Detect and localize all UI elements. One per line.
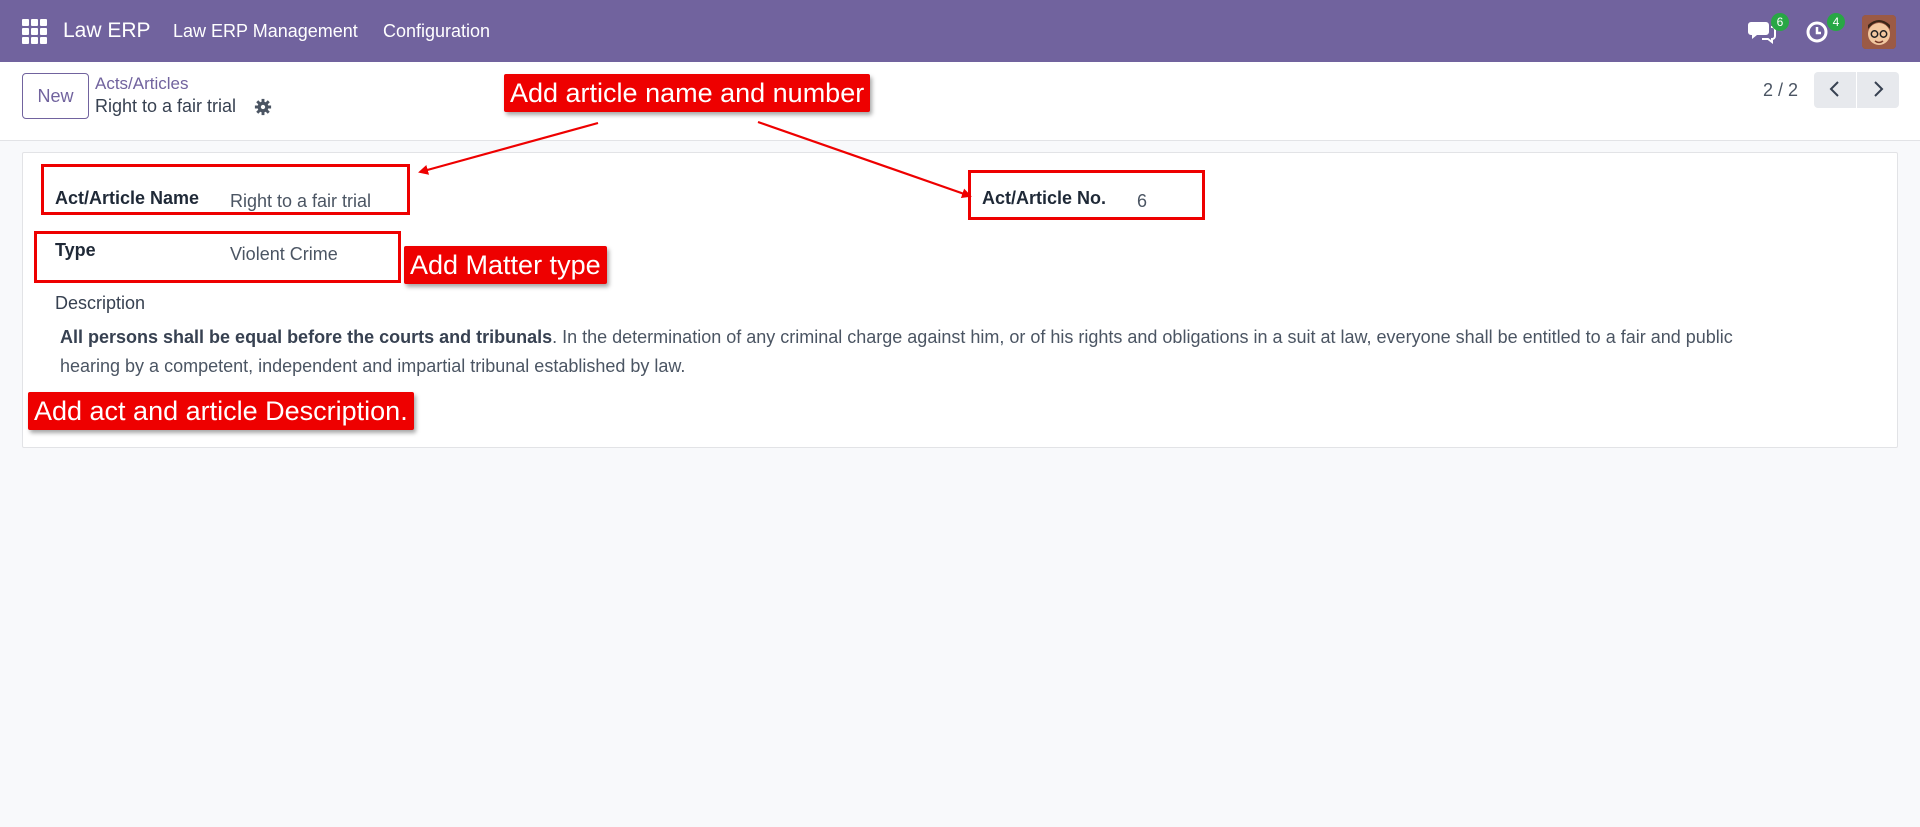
app-brand[interactable]: Law ERP bbox=[63, 19, 151, 43]
record-title: Right to a fair trial bbox=[95, 96, 237, 116]
chevron-left-icon bbox=[1829, 80, 1839, 97]
apps-grid-icon[interactable] bbox=[22, 19, 47, 44]
annotation-box-name bbox=[41, 164, 410, 215]
gear-icon[interactable] bbox=[254, 98, 272, 116]
control-panel: New Acts/Articles Right to a fair trial … bbox=[0, 62, 1920, 141]
activities-button[interactable]: 4 bbox=[1803, 13, 1845, 46]
annotation-matter-type: Add Matter type bbox=[404, 246, 607, 284]
pager-previous-button[interactable] bbox=[1814, 72, 1856, 108]
menu-law-erp-management[interactable]: Law ERP Management bbox=[173, 21, 358, 42]
description-field[interactable]: All persons shall be equal before the co… bbox=[60, 323, 1760, 381]
new-button[interactable]: New bbox=[22, 73, 89, 119]
annotation-box-type bbox=[34, 231, 401, 283]
top-navbar: Law ERP Law ERP Management Configuration… bbox=[0, 0, 1920, 62]
pager-value[interactable]: 2 / 2 bbox=[1763, 80, 1798, 101]
user-avatar[interactable] bbox=[1862, 15, 1896, 49]
annotation-box-number bbox=[968, 170, 1205, 220]
messages-badge: 6 bbox=[1771, 13, 1789, 31]
annotation-name-number: Add article name and number bbox=[504, 74, 871, 112]
avatar-face-icon bbox=[1862, 15, 1896, 49]
chevron-right-icon bbox=[1874, 80, 1884, 97]
menu-configuration[interactable]: Configuration bbox=[383, 21, 490, 42]
breadcrumb-acts-articles[interactable]: Acts/Articles bbox=[95, 74, 189, 94]
pager-next-button[interactable] bbox=[1857, 72, 1899, 108]
description-label: Description bbox=[55, 293, 146, 313]
description-bold-text: All persons shall be equal before the co… bbox=[60, 327, 553, 347]
activities-badge: 4 bbox=[1827, 13, 1845, 31]
annotation-description: Add act and article Description. bbox=[28, 392, 414, 430]
messages-button[interactable]: 6 bbox=[1747, 13, 1789, 46]
